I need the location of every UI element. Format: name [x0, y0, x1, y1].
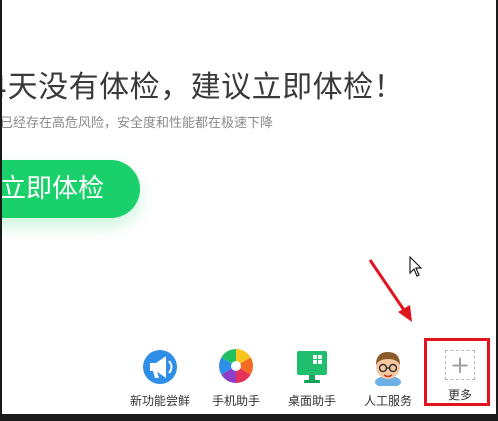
avatar-icon — [375, 352, 401, 386]
window-bottom-edge — [0, 414, 498, 421]
tool-label: 手机助手 — [211, 394, 260, 408]
tool-phone-assistant[interactable]: 手机助手 — [198, 346, 274, 412]
risk-warning-text: 已经存在高危风险，安全度和性能都在极速下降 — [2, 116, 274, 131]
colorful-swirl-icon — [219, 349, 253, 383]
tool-label: 新功能尝鲜 — [129, 394, 190, 408]
checkup-headline: 4天没有体检，建议立即体检！ — [2, 70, 405, 105]
monitor-icon — [297, 351, 327, 383]
tool-label: 人工服务 — [363, 394, 412, 408]
tool-desktop-assistant[interactable]: 桌面助手 — [274, 346, 350, 412]
highlight-frame — [424, 338, 490, 406]
mouse-cursor-icon — [409, 256, 423, 277]
tool-human-service[interactable]: 人工服务 — [350, 346, 426, 412]
megaphone-icon — [143, 350, 177, 384]
tool-label: 桌面助手 — [287, 394, 336, 408]
main-panel: 4天没有体检，建议立即体检！ 已经存在高危风险，安全度和性能都在极速下降 立即体… — [2, 0, 496, 414]
tool-new-features[interactable]: 新功能尝鲜 — [122, 346, 198, 412]
checkup-now-button[interactable]: 立即体检 — [2, 160, 140, 218]
